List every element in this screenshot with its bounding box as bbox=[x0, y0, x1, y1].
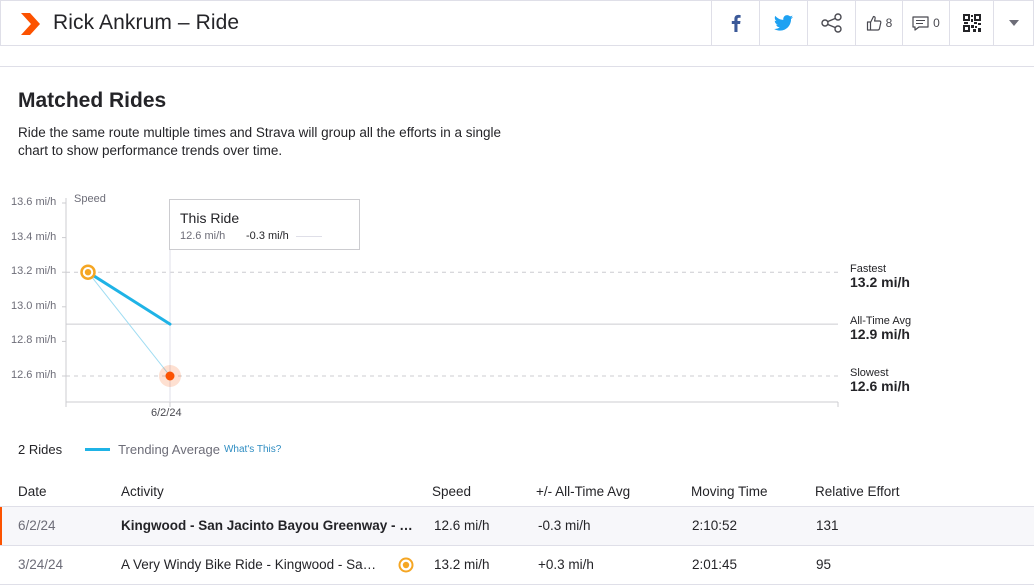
y-tick-label: 12.6 mi/h bbox=[11, 369, 57, 381]
row-speed: 12.6 mi/h bbox=[434, 518, 490, 533]
row-activity-link[interactable]: Kingwood - San Jacinto Bayou Greenway - … bbox=[121, 518, 413, 533]
y-tick-label: 13.0 mi/h bbox=[11, 299, 57, 312]
reference-line-value: 12.6 mi/h bbox=[850, 378, 910, 394]
tooltip-speed: 12.6 mi/h bbox=[180, 230, 226, 242]
trending-average-line bbox=[86, 270, 172, 326]
row-moving-time: 2:01:45 bbox=[692, 557, 738, 572]
twitter-icon bbox=[774, 15, 793, 31]
row-moving-time: 2:10:52 bbox=[692, 518, 738, 533]
y-axis-label: Speed bbox=[74, 193, 106, 205]
col-header-relative-effort[interactable]: Relative Effort bbox=[815, 484, 900, 499]
selected-ride-point bbox=[165, 371, 175, 381]
facebook-share-button[interactable] bbox=[711, 1, 759, 45]
table-row[interactable]: 3/24/24 A Very Windy Bike Ride - Kingwoo… bbox=[0, 546, 1034, 585]
x-tick-label: 6/2/24 bbox=[151, 407, 182, 419]
row-relative-effort: 131 bbox=[816, 518, 839, 533]
trend-legend-label: Trending Average bbox=[118, 441, 220, 457]
facebook-icon bbox=[731, 14, 741, 32]
page-title: Rick Ankrum – Ride bbox=[53, 11, 240, 34]
comments-count: 0 bbox=[933, 16, 940, 30]
y-tick-label: 13.4 mi/h bbox=[11, 230, 57, 243]
col-header-moving-time[interactable]: Moving Time bbox=[691, 484, 768, 499]
trend-swatch bbox=[85, 447, 111, 451]
reference-line-value: 13.2 mi/h bbox=[850, 274, 910, 291]
row-activity-link[interactable]: A Very Windy Bike Ride - Kingwood - Sa… bbox=[121, 557, 389, 572]
header-actions: 8 0 bbox=[711, 1, 1033, 45]
whats-this-link[interactable]: What's This? bbox=[224, 444, 281, 455]
thumbs-up-icon bbox=[866, 15, 882, 31]
matched-rides-table: Date Activity Speed +/- All-Time Avg Mov… bbox=[0, 479, 1034, 585]
row-diff: +0.3 mi/h bbox=[538, 557, 594, 572]
share-icon bbox=[820, 13, 842, 33]
strava-chevron-icon[interactable] bbox=[21, 13, 41, 35]
section-divider bbox=[0, 66, 1034, 67]
qr-code-icon bbox=[962, 14, 981, 32]
share-button[interactable] bbox=[807, 1, 855, 45]
activity-header: Rick Ankrum – Ride 8 0 bbox=[0, 0, 1034, 46]
col-header-speed[interactable]: Speed bbox=[432, 484, 471, 499]
chart-tooltip: This Ride 12.6 mi/h -0.3 mi/h bbox=[169, 199, 360, 250]
twitter-share-button[interactable] bbox=[759, 1, 807, 45]
col-header-diff[interactable]: +/- All-Time Avg bbox=[536, 484, 630, 499]
row-diff: -0.3 mi/h bbox=[538, 518, 591, 533]
kudos-button[interactable]: 8 bbox=[855, 1, 902, 45]
row-date: 6/2/24 bbox=[18, 518, 56, 533]
kudos-count: 8 bbox=[885, 16, 893, 30]
achievement-ring-icon bbox=[398, 557, 414, 573]
reference-line-value: 12.9 mi/h bbox=[850, 326, 910, 343]
fastest-ride-point-center bbox=[84, 269, 92, 276]
section-title: Matched Rides bbox=[18, 89, 167, 112]
y-tick-label: 13.2 mi/h bbox=[11, 265, 57, 278]
row-relative-effort: 95 bbox=[816, 557, 832, 572]
tooltip-diff: -0.3 mi/h bbox=[246, 230, 289, 242]
y-tick-label: 13.6 mi/h bbox=[11, 196, 57, 208]
more-options-dropdown[interactable] bbox=[993, 1, 1033, 45]
row-speed: 13.2 mi/h bbox=[434, 557, 490, 572]
comments-button[interactable]: 0 bbox=[902, 1, 949, 45]
matched-rides-chart: Speed 13.6 mi/h 13.4 mi/h 13.2 mi/h 13.0 mi… bbox=[0, 186, 1036, 426]
tooltip-divider bbox=[296, 236, 322, 237]
row-date: 3/24/24 bbox=[18, 557, 64, 572]
y-tick-label: 12.8 mi/h bbox=[11, 334, 57, 347]
rides-count: 2 Rides bbox=[18, 441, 63, 457]
section-description: Ride the same route multiple times and S… bbox=[18, 125, 501, 158]
tooltip-title: This Ride bbox=[180, 210, 240, 226]
table-header-row: Date Activity Speed +/- All-Time Avg Mov… bbox=[0, 479, 1034, 507]
chart-legend: 2 Rides Trending Average What's This? bbox=[18, 440, 281, 458]
col-header-activity[interactable]: Activity bbox=[121, 484, 413, 499]
comment-icon bbox=[912, 15, 929, 31]
qr-code-button[interactable] bbox=[949, 1, 993, 45]
col-header-date[interactable]: Date bbox=[18, 484, 47, 499]
table-row[interactable]: 6/2/24 Kingwood - San Jacinto Bayou Gree… bbox=[0, 507, 1034, 546]
chevron-down-icon bbox=[1008, 20, 1019, 26]
